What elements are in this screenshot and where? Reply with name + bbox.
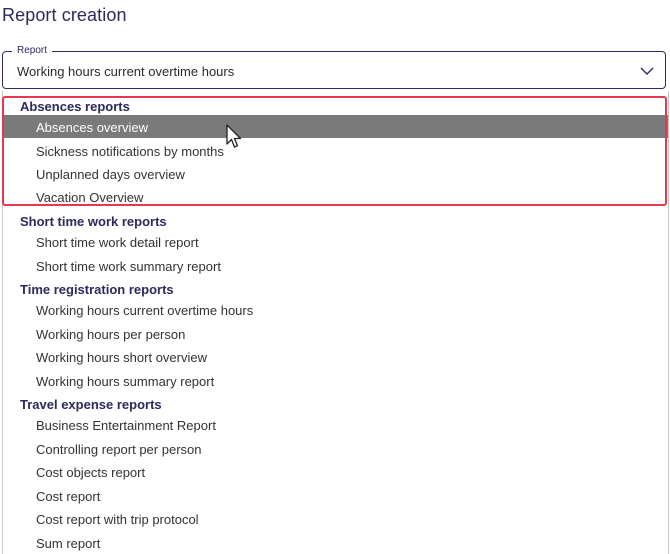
- list-item-absences-overview[interactable]: Absences overview: [3, 115, 668, 138]
- mouse-pointer-icon: [226, 124, 242, 148]
- report-select[interactable]: Report Working hours current overtime ho…: [2, 44, 666, 89]
- group-header-short-time: Short time work reports: [20, 214, 167, 229]
- list-item-sum-report[interactable]: Sum report: [36, 536, 100, 551]
- report-select-label: Report: [12, 44, 53, 58]
- list-item-controlling-report[interactable]: Controlling report per person: [36, 442, 201, 457]
- list-item-cost-report[interactable]: Cost report: [36, 489, 100, 504]
- list-item-vacation-overview[interactable]: Vacation Overview: [36, 190, 143, 205]
- report-select-value: Working hours current overtime hours: [17, 64, 235, 79]
- report-dropdown-list[interactable]: Absences reports Absences overview Sickn…: [2, 91, 669, 554]
- list-item-sickness-notifications[interactable]: Sickness notifications by months: [36, 144, 224, 159]
- chevron-down-icon[interactable]: [639, 63, 655, 79]
- list-item-working-hours-summary[interactable]: Working hours summary report: [36, 374, 214, 389]
- page-title: Report creation: [2, 5, 127, 25]
- list-item-label: Absences overview: [36, 120, 148, 135]
- list-item-short-time-detail[interactable]: Short time work detail report: [36, 235, 199, 250]
- list-item-working-hours-overtime[interactable]: Working hours current overtime hours: [36, 303, 253, 318]
- list-item-cost-objects[interactable]: Cost objects report: [36, 465, 145, 480]
- list-item-cost-report-trip[interactable]: Cost report with trip protocol: [36, 512, 199, 527]
- list-item-unplanned-days[interactable]: Unplanned days overview: [36, 167, 185, 182]
- group-header-travel-expense: Travel expense reports: [20, 397, 162, 412]
- group-header-absences: Absences reports: [20, 99, 130, 114]
- list-item-working-hours-per-person[interactable]: Working hours per person: [36, 327, 185, 342]
- group-header-time-registration: Time registration reports: [20, 282, 174, 297]
- list-item-business-entertainment[interactable]: Business Entertainment Report: [36, 418, 216, 433]
- list-item-working-hours-short[interactable]: Working hours short overview: [36, 350, 207, 365]
- list-item-short-time-summary[interactable]: Short time work summary report: [36, 259, 221, 274]
